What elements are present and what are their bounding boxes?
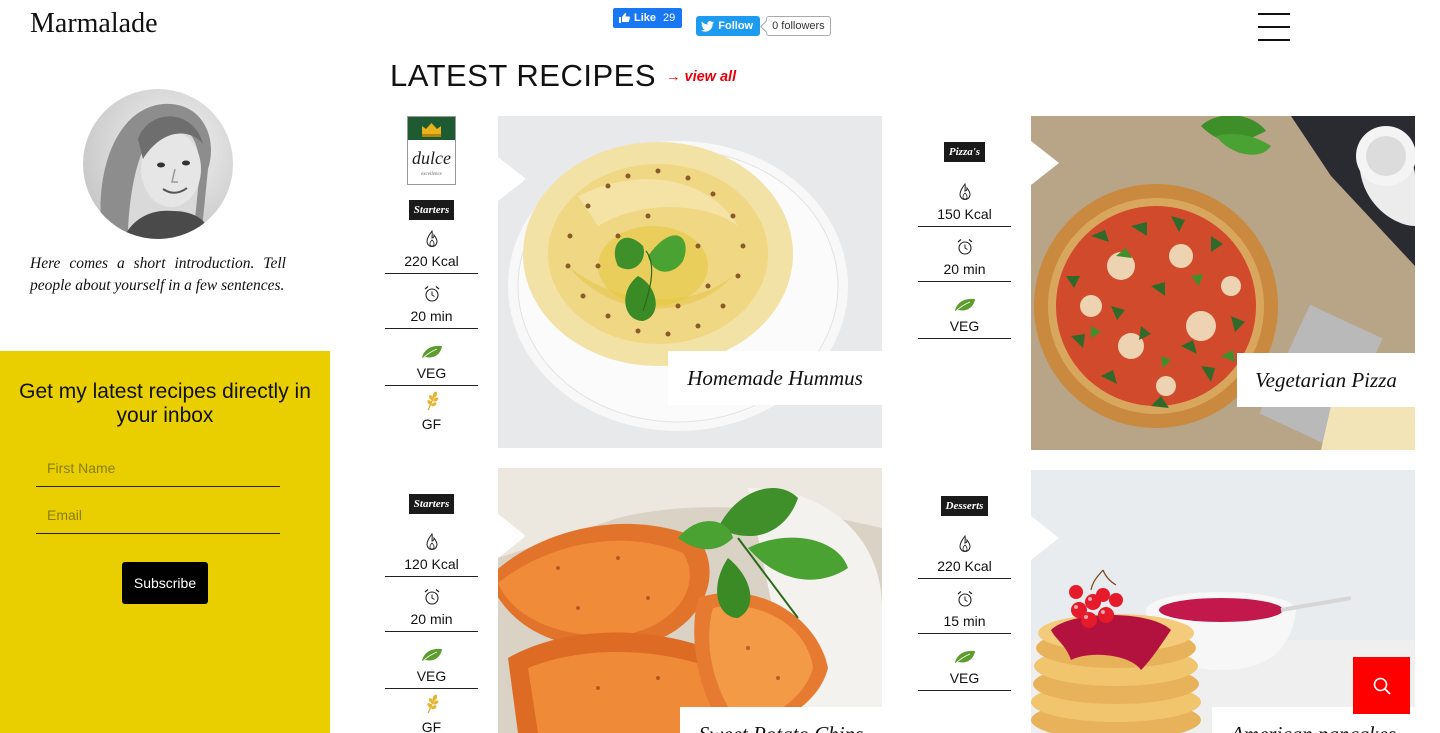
photo-notch: [1031, 516, 1059, 560]
calories-row: 220 Kcal: [918, 516, 1011, 579]
calories-row: 120 Kcal: [385, 514, 478, 577]
tag-value: VEG: [416, 668, 447, 684]
category-badge[interactable]: Desserts: [940, 496, 989, 516]
time-row: 20 min: [918, 227, 1011, 282]
sweet-potato-photo[interactable]: [498, 468, 882, 733]
twitter-follower-count[interactable]: 0 followers: [766, 16, 831, 36]
time-value: 20 min: [410, 611, 453, 627]
site-logo[interactable]: Marmalade: [30, 8, 158, 40]
twitter-follow-widget: Follow 0 followers: [696, 16, 831, 36]
leaf-icon: [421, 648, 442, 663]
social-buttons: Like 29 Follow 0 followers: [613, 8, 831, 36]
leaf-icon: [421, 345, 442, 360]
time-value: 20 min: [410, 308, 453, 324]
dulce-brand-badge[interactable]: dulce excellence: [407, 116, 456, 185]
photo-notch: [498, 514, 526, 558]
recipe-meta-pizza: Pizza's 150 Kcal 20 min VEG: [918, 116, 1011, 448]
twitter-bird-icon: [701, 20, 715, 32]
tag-row: VEG: [385, 632, 478, 689]
calories-value: 220 Kcal: [937, 558, 992, 574]
calories-value: 150 Kcal: [937, 206, 992, 222]
flame-icon: [958, 535, 971, 552]
newsletter-title: Get my latest recipes directly in your i…: [19, 380, 311, 427]
brand-subtitle: excellence: [421, 172, 443, 177]
time-row: 20 min: [385, 577, 478, 632]
category-badge[interactable]: Starters: [408, 494, 455, 514]
flame-icon: [425, 533, 438, 550]
email-input[interactable]: [36, 507, 280, 534]
alarm-clock-icon: [424, 589, 439, 605]
first-name-input[interactable]: [36, 460, 280, 487]
author-avatar: [83, 89, 233, 239]
tag-row: GF: [385, 689, 478, 733]
section-title: LATEST RECIPES: [390, 58, 656, 93]
category-badge[interactable]: Starters: [408, 200, 455, 220]
wheat-icon: [426, 391, 438, 411]
hamburger-menu-icon[interactable]: [1258, 13, 1290, 41]
facebook-like-label: Like: [634, 12, 657, 24]
tag-value: VEG: [949, 318, 980, 334]
menu-bar: [1258, 26, 1290, 28]
alarm-clock-icon: [957, 591, 972, 607]
recipe-title[interactable]: Sweet Potato Chips: [680, 707, 882, 733]
photo-notch: [498, 157, 526, 201]
tag-row: VEG: [918, 634, 1011, 691]
recipe-title[interactable]: Vegetarian Pizza: [1237, 353, 1415, 407]
wheat-icon: [426, 694, 438, 714]
recipe-meta-hummus: dulce excellence Starters 220 Kcal 20 mi…: [385, 116, 478, 448]
time-row: 20 min: [385, 274, 478, 329]
twitter-follow-label: Follow: [718, 20, 754, 32]
alarm-clock-icon: [957, 239, 972, 255]
view-all-link[interactable]: → view all: [666, 69, 736, 85]
facebook-like-button[interactable]: Like 29: [613, 8, 683, 28]
facebook-like-count: 29: [663, 12, 676, 24]
time-row: 15 min: [918, 579, 1011, 634]
menu-bar: [1258, 39, 1290, 41]
calories-value: 220 Kcal: [404, 253, 459, 269]
calories-value: 120 Kcal: [404, 556, 459, 572]
photo-notch: [1031, 141, 1059, 185]
tag-value: VEG: [416, 365, 447, 381]
thumbs-up-icon: [619, 13, 630, 23]
tag-row: VEG: [918, 282, 1011, 339]
tag-value: GF: [421, 719, 442, 733]
category-badge[interactable]: Pizza's: [943, 142, 986, 162]
tag-row: GF: [385, 386, 478, 436]
flame-icon: [425, 230, 438, 247]
brand-name: dulce: [412, 148, 451, 168]
leaf-icon: [954, 650, 975, 665]
time-value: 15 min: [943, 613, 986, 629]
time-value: 20 min: [943, 261, 986, 277]
flame-icon: [958, 183, 971, 200]
search-icon: [1373, 677, 1391, 695]
tag-value: VEG: [949, 670, 980, 686]
recipe-title[interactable]: Homemade Hummus: [668, 351, 882, 405]
author-introduction: Here comes a short introduction. Tell pe…: [30, 255, 286, 294]
subscribe-button[interactable]: Subscribe: [122, 562, 208, 604]
newsletter-signup-box: Get my latest recipes directly in your i…: [0, 351, 330, 733]
recipe-meta-pancakes: Desserts 220 Kcal 15 min VEG: [918, 470, 1011, 733]
calories-row: 150 Kcal: [918, 162, 1011, 227]
menu-bar: [1258, 13, 1290, 15]
tag-value: GF: [421, 416, 442, 432]
search-button[interactable]: [1353, 657, 1410, 714]
leaf-icon: [954, 298, 975, 313]
recipe-meta-sweet-potato: Starters 120 Kcal 20 min VEG GF: [385, 468, 478, 733]
alarm-clock-icon: [424, 286, 439, 302]
tag-row: VEG: [385, 329, 478, 386]
twitter-follow-button[interactable]: Follow: [696, 16, 761, 36]
calories-row: 220 Kcal: [385, 220, 478, 274]
